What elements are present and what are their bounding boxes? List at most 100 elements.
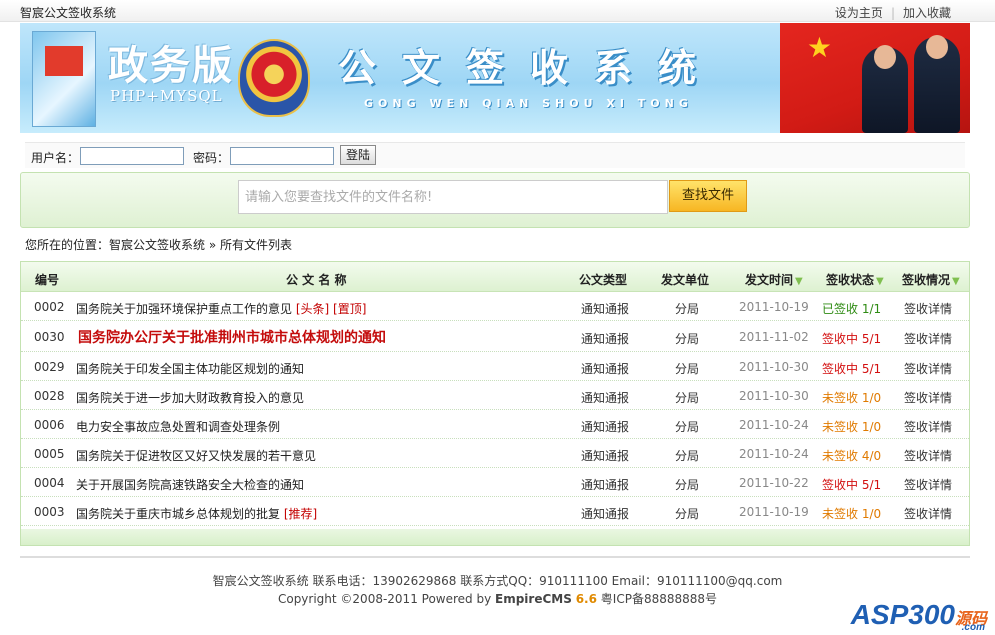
search-input-wrap xyxy=(238,180,668,214)
header-status-label: 签收状态 xyxy=(826,273,875,287)
icp-number: 粤ICP备88888888号 xyxy=(596,592,718,606)
footer-divider xyxy=(20,556,970,558)
table-row: 0028 国务院关于进一步加大财政教育投入的意见 通知通报 分局 2011-10… xyxy=(21,381,969,410)
police-face-image xyxy=(926,35,948,59)
header-name: 公 文 名 称 xyxy=(286,273,347,287)
site-name: 智宸公文签收系统 xyxy=(20,6,117,20)
sort-down-icon: ▼ xyxy=(795,276,803,287)
logo-com: .com xyxy=(961,622,985,633)
header-id: 编号 xyxy=(35,273,60,287)
row-name-link[interactable]: 电力安全事故应急处置和调查处理条例 xyxy=(76,418,280,435)
row-name-link[interactable]: 国务院关于印发全国主体功能区规划的通知 xyxy=(76,360,304,377)
row-date: 2011-10-30 xyxy=(739,360,809,374)
sort-down-icon: ▼ xyxy=(952,276,960,287)
row-unit: 分局 xyxy=(675,302,700,316)
banner-title: 公文签收系统 xyxy=(338,45,723,90)
table-row: 0004 关于开展国务院高速铁路安全大检查的通知 通知通报 分局 2011-10… xyxy=(21,468,969,497)
top-links: 设为主页 | 加入收藏 xyxy=(827,4,959,21)
search-input[interactable] xyxy=(239,181,667,213)
row-unit: 分局 xyxy=(675,449,700,463)
banner-pinyin: GONG WEN QIAN SHOU XI TONG xyxy=(364,97,693,110)
row-tags: [头条] [置顶] xyxy=(295,302,367,316)
search-panel: 查找文件 xyxy=(20,172,970,228)
row-id: 0030 xyxy=(34,330,65,344)
row-status: 未签收 1/0 xyxy=(822,391,882,405)
row-name-link[interactable]: 国务院关于重庆市城乡总体规划的批复 [推荐] xyxy=(76,505,317,522)
row-tags: [推荐] xyxy=(283,507,318,521)
row-unit: 分局 xyxy=(675,391,700,405)
row-type: 通知通报 xyxy=(581,332,630,346)
add-favorite-link[interactable]: 加入收藏 xyxy=(895,6,959,20)
row-detail-link[interactable]: 签收详情 xyxy=(904,505,952,522)
table-row: 0006 电力安全事故应急处置和调查处理条例 通知通报 分局 2011-10-2… xyxy=(21,410,969,439)
row-unit: 分局 xyxy=(675,332,700,346)
row-date: 2011-10-30 xyxy=(739,389,809,403)
row-type: 通知通报 xyxy=(581,391,630,405)
row-status: 签收中 5/1 xyxy=(822,332,882,346)
row-name-link[interactable]: 国务院关于加强环境保护重点工作的意见 [头条] [置顶] xyxy=(76,300,366,317)
row-name-link[interactable]: 国务院关于进一步加大财政教育投入的意见 xyxy=(76,389,304,406)
row-name-link[interactable]: 国务院关于促进牧区又好又快发展的若干意见 xyxy=(76,447,316,464)
breadcrumb-current: 所有文件列表 xyxy=(220,238,293,252)
row-detail-link[interactable]: 签收详情 xyxy=(904,418,952,435)
row-date: 2011-10-24 xyxy=(739,447,809,461)
header-status[interactable]: 签收状态 ▼ xyxy=(826,271,884,288)
row-date: 2011-10-19 xyxy=(739,505,809,519)
row-detail-link[interactable]: 签收详情 xyxy=(904,447,952,464)
row-status: 已签收 1/1 xyxy=(822,302,882,316)
row-name-link[interactable]: 国务院办公厅关于批准荆州市城市总体规划的通知 xyxy=(78,327,386,347)
header-date-label: 发文时间 xyxy=(745,273,794,287)
copyright-prefix: Copyright ©2008-2011 Powered by xyxy=(277,592,496,606)
row-name-link[interactable]: 关于开展国务院高速铁路安全大检查的通知 xyxy=(76,476,304,493)
row-status: 签收中 5/1 xyxy=(822,362,882,376)
product-box-image xyxy=(32,31,96,127)
row-unit: 分局 xyxy=(675,420,700,434)
table-row: 0003 国务院关于重庆市城乡总体规划的批复 [推荐] 通知通报 分局 2011… xyxy=(21,497,969,526)
row-name: 国务院关于重庆市城乡总体规划的批复 xyxy=(76,507,281,521)
breadcrumb-home-link[interactable]: 智宸公文签收系统 xyxy=(109,238,205,252)
top-bar: 智宸公文签收系统 设为主页 | 加入收藏 xyxy=(0,0,995,22)
flag-star-icon: ★ xyxy=(806,31,832,64)
footer-copyright: Copyright ©2008-2011 Powered by EmpireCM… xyxy=(0,590,995,607)
login-bar: 用户名： 密码： 登陆 xyxy=(25,142,965,168)
row-detail-link[interactable]: 签收详情 xyxy=(904,389,952,406)
table-row: 0030 国务院办公厅关于批准荆州市城市总体规划的通知 通知通报 分局 2011… xyxy=(21,321,969,352)
row-unit: 分局 xyxy=(675,507,700,521)
row-type: 通知通报 xyxy=(581,449,630,463)
login-button[interactable]: 登陆 xyxy=(340,145,376,165)
header-detail-label: 签收情况 xyxy=(902,273,951,287)
password-input[interactable] xyxy=(230,147,334,165)
row-type: 通知通报 xyxy=(581,362,630,376)
row-unit: 分局 xyxy=(675,362,700,376)
find-file-button[interactable]: 查找文件 xyxy=(669,180,747,212)
breadcrumb: 您所在的位置：智宸公文签收系统 » 所有文件列表 xyxy=(25,236,292,253)
table-row: 0005 国务院关于促进牧区又好又快发展的若干意见 通知通报 分局 2011-1… xyxy=(21,439,969,468)
row-detail-link[interactable]: 签收详情 xyxy=(904,300,952,317)
row-id: 0004 xyxy=(34,476,65,490)
row-date: 2011-10-19 xyxy=(739,300,809,314)
table-row: 0029 国务院关于印发全国主体功能区规划的通知 通知通报 分局 2011-10… xyxy=(21,352,969,381)
row-type: 通知通报 xyxy=(581,420,630,434)
password-label: 密码： xyxy=(193,151,230,165)
table-row: 0002 国务院关于加强环境保护重点工作的意见 [头条] [置顶] 通知通报 分… xyxy=(21,292,969,321)
header-detail[interactable]: 签收情况 ▼ xyxy=(902,271,960,288)
sort-down-icon: ▼ xyxy=(876,276,884,287)
header-banner: 政务版 PHP+MYSQL 公文签收系统 GONG WEN QIAN SHOU … xyxy=(20,23,970,133)
row-date: 2011-10-22 xyxy=(739,476,809,490)
row-type: 通知通报 xyxy=(581,507,630,521)
row-id: 0028 xyxy=(34,389,65,403)
banner-edition: 政务版 xyxy=(108,42,234,89)
row-detail-link[interactable]: 签收详情 xyxy=(904,360,952,377)
username-input[interactable] xyxy=(80,147,184,165)
row-id: 0005 xyxy=(34,447,65,461)
logo-num: 300 xyxy=(908,599,955,630)
row-id: 0002 xyxy=(34,300,65,314)
row-type: 通知通报 xyxy=(581,478,630,492)
row-detail-link[interactable]: 签收详情 xyxy=(904,476,952,493)
breadcrumb-prefix: 您所在的位置： xyxy=(25,238,110,252)
cms-brand-link[interactable]: EmpireCMS xyxy=(495,592,572,606)
set-home-link[interactable]: 设为主页 xyxy=(827,6,891,20)
header-date[interactable]: 发文时间 ▼ xyxy=(745,271,803,288)
row-detail-link[interactable]: 签收详情 xyxy=(904,330,952,347)
row-status: 未签收 4/0 xyxy=(822,449,882,463)
